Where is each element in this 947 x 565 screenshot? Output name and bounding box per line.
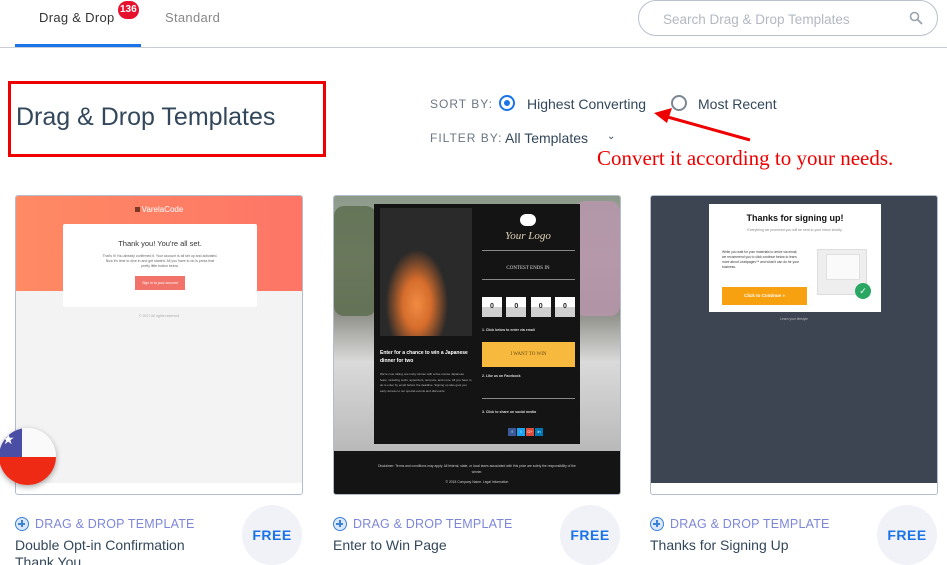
preview-panel: Thank you! You're all set. That's it! Yo… bbox=[63, 224, 257, 307]
checkmark-icon: ✓ bbox=[855, 283, 871, 299]
page-title: Drag & Drop Templates bbox=[16, 103, 276, 131]
tab-standard[interactable]: Standard bbox=[165, 10, 220, 25]
preview-panel: Your Logo CONTEST ENDS IN 0 0 0 0 1. Cli… bbox=[374, 204, 580, 444]
flag-star-icon: ★ bbox=[2, 431, 15, 447]
preview-title: Thank you! You're all set. bbox=[118, 239, 202, 248]
active-tab-indicator bbox=[15, 44, 141, 47]
preview-paragraph: We're now rolling one lucky winner with … bbox=[380, 372, 472, 393]
price-badge[interactable]: FREE bbox=[242, 505, 302, 565]
search-icon[interactable] bbox=[909, 11, 923, 25]
template-card-thanks-for-signing-up[interactable]: Thanks for signing up! Everything we pro… bbox=[650, 195, 938, 495]
search-box[interactable] bbox=[638, 0, 938, 36]
preview-social-buttons: f t G+ in bbox=[508, 428, 543, 436]
preview-countdown: 0 0 0 0 bbox=[482, 297, 575, 317]
sort-highest-converting-radio[interactable] bbox=[499, 95, 515, 111]
preview-logo: Your Logo bbox=[478, 214, 578, 242]
preview-step-1: 1. Click below to enter via email bbox=[482, 328, 535, 332]
annotation-text: Convert it according to your needs. bbox=[597, 146, 894, 170]
annotation-arrow-icon bbox=[654, 108, 751, 142]
preview-button: Sign in to your account bbox=[135, 276, 185, 290]
preview-footer: © 2017 All rights reserved bbox=[138, 314, 180, 318]
search-input[interactable] bbox=[663, 9, 893, 29]
sort-highest-converting-label[interactable]: Highest Converting bbox=[527, 96, 646, 112]
countdown-days: 0 bbox=[482, 297, 502, 317]
preview-tree-right bbox=[575, 201, 620, 316]
preview-tree-left bbox=[334, 206, 376, 316]
preview-step-2: 2. Like us on Facebook bbox=[482, 374, 521, 378]
sort-by-label: SORT BY: bbox=[430, 97, 493, 111]
preview-headline: Enter for a chance to win a Japanese din… bbox=[380, 350, 468, 364]
countdown-minutes: 0 bbox=[530, 297, 551, 317]
preview-body: That's it! You already confirmed it. You… bbox=[102, 254, 218, 268]
preview-sushi-photo bbox=[380, 208, 472, 336]
twitter-icon: t bbox=[517, 428, 525, 436]
card-type-label: DRAG & DROP TEMPLATE bbox=[650, 517, 830, 531]
price-badge[interactable]: FREE bbox=[560, 505, 620, 565]
preview-title: Thanks for signing up! bbox=[746, 213, 844, 223]
top-tab-bar: Drag & Drop 136 Standard bbox=[0, 0, 947, 48]
preview-cta-button: I WANT TO WIN bbox=[482, 342, 575, 367]
preview-contest-label: CONTEST ENDS IN bbox=[506, 266, 550, 271]
templates-page: Drag & Drop 136 Standard Drag & Drop Tem… bbox=[0, 0, 947, 565]
preview-panel: Thanks for signing up! Everything we pro… bbox=[709, 204, 881, 312]
preview-divider bbox=[482, 279, 575, 280]
preview-copyright: © 2018 Company Name. Legal Information bbox=[445, 480, 509, 484]
card-title[interactable]: Enter to Win Page bbox=[333, 537, 543, 554]
countdown-hours: 0 bbox=[506, 297, 527, 317]
price-badge[interactable]: FREE bbox=[877, 505, 937, 565]
drag-drop-icon bbox=[333, 517, 347, 531]
countdown-seconds: 0 bbox=[554, 297, 575, 317]
preview-footer: Disclaimer: Terms and conditions may app… bbox=[334, 451, 620, 494]
language-flag-button[interactable]: ★ bbox=[0, 428, 56, 485]
flag-red-stripe bbox=[0, 456, 56, 485]
chevron-down-icon[interactable]: ⌄ bbox=[607, 131, 615, 142]
card-title[interactable]: Double Opt-in Confirmation Thank You bbox=[15, 537, 225, 565]
preview-disclaimer: Disclaimer: Terms and conditions may app… bbox=[378, 464, 576, 474]
drag-drop-icon bbox=[650, 517, 664, 531]
preview-divider bbox=[482, 250, 575, 251]
preview-logo: VarelaCode bbox=[16, 205, 302, 214]
filter-dropdown[interactable]: All Templates bbox=[505, 130, 588, 146]
preview-subtitle: Everything we promised you will be sent … bbox=[747, 228, 843, 232]
card-title[interactable]: Thanks for Signing Up bbox=[650, 537, 860, 554]
card-type-label: DRAG & DROP TEMPLATE bbox=[333, 517, 513, 531]
preview-button: Click to Continue » bbox=[722, 287, 807, 305]
filter-by-label: FILTER BY: bbox=[430, 131, 503, 145]
preview-body-band bbox=[16, 291, 302, 483]
tab-drag-and-drop[interactable]: Drag & Drop bbox=[39, 10, 115, 25]
template-card-enter-to-win[interactable]: Your Logo CONTEST ENDS IN 0 0 0 0 1. Cli… bbox=[333, 195, 621, 495]
preview-footer: Learn your lifestyle bbox=[780, 317, 808, 321]
card-type-label: DRAG & DROP TEMPLATE bbox=[15, 517, 195, 531]
preview-step-3: 3. Click to share on social media bbox=[482, 410, 537, 414]
facebook-icon: f bbox=[508, 428, 516, 436]
linkedin-icon: in bbox=[535, 428, 543, 436]
drag-drop-icon bbox=[15, 517, 29, 531]
template-card-double-opt-in[interactable]: VarelaCode Thank you! You're all set. Th… bbox=[15, 195, 303, 495]
template-count-badge: 136 bbox=[118, 1, 139, 19]
preview-body: While you wait for your materials to arr… bbox=[722, 250, 799, 269]
google-plus-icon: G+ bbox=[526, 428, 534, 436]
preview-divider bbox=[482, 398, 575, 399]
